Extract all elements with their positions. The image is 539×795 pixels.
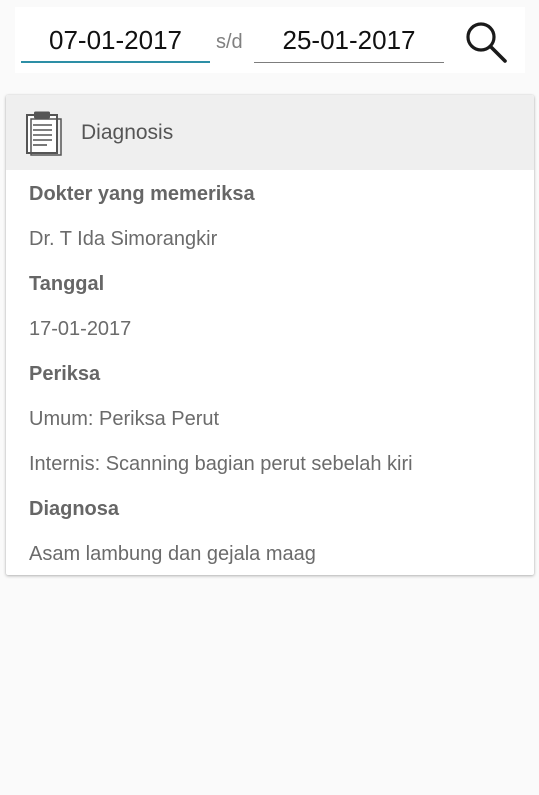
card-title: Diagnosis (81, 121, 174, 144)
clipboard-icon (26, 111, 62, 156)
date-range-separator: s/d (216, 31, 243, 53)
diagnosis-label: Diagnosa (29, 498, 120, 520)
date-filter-bar: 07-01-2017 s/d 25-01-2017 (15, 7, 525, 73)
date-label: Tanggal (29, 273, 105, 295)
exam-item-general: Umum: Periksa Perut (29, 408, 220, 430)
diagnosis-value: Asam lambung dan gejala maag (29, 543, 316, 565)
start-date-field[interactable]: 07-01-2017 (21, 17, 210, 63)
exam-label: Periksa (29, 363, 101, 385)
search-button[interactable] (463, 19, 509, 65)
end-date-field[interactable]: 25-01-2017 (254, 17, 444, 63)
date-value: 17-01-2017 (29, 318, 132, 340)
card-header: Diagnosis (6, 95, 534, 170)
diagnosis-card: Diagnosis Dokter yang memeriksa Dr. T Id… (6, 95, 534, 575)
doctor-label: Dokter yang memeriksa (29, 183, 255, 205)
doctor-value: Dr. T Ida Simorangkir (29, 228, 218, 250)
search-icon (466, 22, 507, 63)
exam-item-internist: Internis: Scanning bagian perut sebelah … (29, 453, 413, 475)
